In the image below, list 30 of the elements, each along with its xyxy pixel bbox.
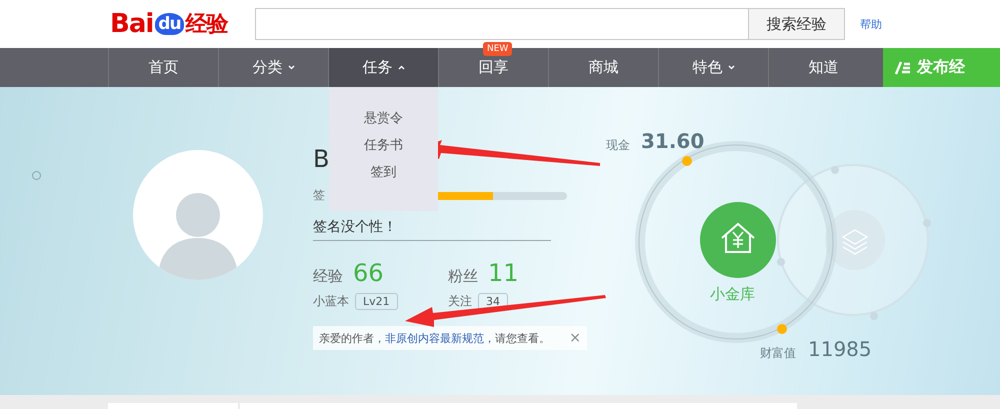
logo[interactable]: Bai du 经验 (110, 9, 255, 39)
cash-label: 现金 (606, 137, 630, 154)
stat-label: 经验 (313, 267, 343, 286)
search-button[interactable]: 搜索经验 (748, 8, 845, 40)
stat-value: 66 (353, 259, 384, 287)
new-badge: NEW (483, 42, 512, 56)
rank-label: 签 (313, 187, 325, 204)
stat-value: 11 (488, 259, 519, 287)
pen-icon (895, 60, 911, 74)
search-field[interactable] (255, 8, 748, 40)
wealth-amount: 11985 (808, 337, 872, 361)
vault-label: 小金库 (710, 285, 755, 304)
badge-label: 小蓝本 (313, 293, 349, 310)
user-name: B (313, 145, 328, 175)
menu-item[interactable]: 任务书 (364, 136, 403, 156)
signature: 签名没个性！ (313, 218, 551, 241)
close-icon[interactable]: × (569, 330, 581, 346)
stat-label: 粉丝 (448, 267, 478, 286)
notice-link[interactable]: 非原创内容最新规范 (385, 332, 484, 344)
vault-button[interactable] (700, 202, 776, 278)
nav-tab[interactable]: 任务 (328, 48, 438, 87)
wealth-label: 财富值 (760, 345, 796, 362)
badge-label: 关注 (448, 293, 472, 310)
notice-text: 亲爱的作者，非原创内容最新规范，请您查看。 (319, 330, 550, 346)
badge-value: Lv21 (355, 293, 398, 310)
help-link[interactable]: 帮助 (860, 16, 882, 32)
menu-item[interactable]: 悬赏令 (364, 109, 403, 129)
menu-item[interactable]: 签到 (370, 163, 396, 183)
cash-amount: 31.60 (641, 129, 704, 153)
dot-icon (32, 171, 41, 180)
